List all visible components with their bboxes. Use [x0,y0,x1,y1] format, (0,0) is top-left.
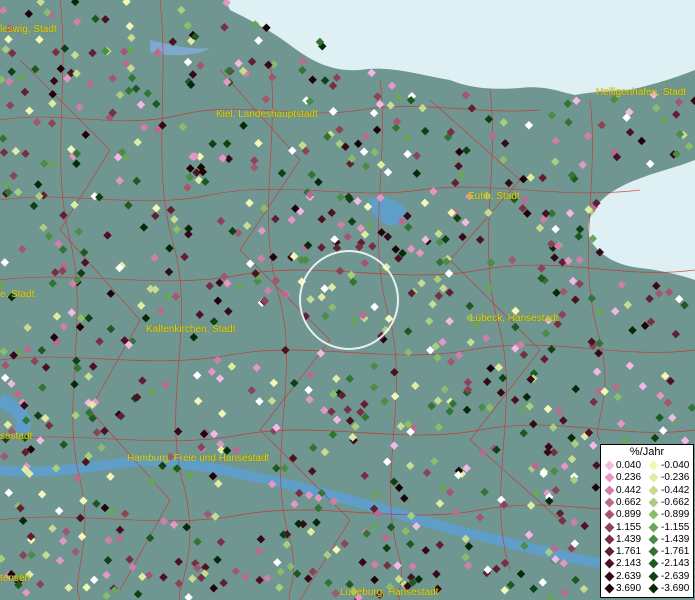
legend-swatch-negative [648,558,659,569]
legend-value-positive: 0.236 [616,472,642,484]
place-label-kiel: Kiel, Landeshauptstadt [216,109,318,120]
legend-value-negative: -0.662 [661,496,690,508]
legend-value-negative: -0.236 [661,472,690,484]
legend-row: 0.662 -0.662 [604,497,694,509]
legend-row: 1.761 -1.761 [604,546,694,558]
legend-row: 2.639 -2.639 [604,571,694,583]
legend-row: 1.155 -1.155 [604,522,694,534]
legend-value-negative: -0.899 [661,509,690,521]
legend-swatch-negative [648,485,659,496]
legend-swatch-positive [604,534,615,545]
place-label-luebeck: Lübeck, Hansestadt [470,313,559,324]
place-label-heiligenhafen: Heiligenhafen, Stadt [596,87,687,98]
legend-value-positive: 1.439 [616,533,642,545]
legend-row: 3.690 -3.690 [604,583,694,595]
legend-swatch-positive [604,522,615,532]
place-label-left-tensen: tensen [0,573,31,584]
legend-swatch-negative [648,546,659,557]
legend-value-positive: 0.662 [616,496,642,508]
legend-swatch-positive [604,509,615,520]
legend-swatch-negative [648,497,659,508]
legend-swatch-positive [604,460,615,471]
legend-swatch-negative [648,509,659,520]
legend-value-positive: 3.690 [616,583,642,594]
legend-swatch-negative [648,472,659,483]
legend-value-negative: -2.143 [661,558,690,570]
place-label-schleswig: leswig, Stadt [0,24,57,35]
legend-value-positive: 1.155 [616,521,642,533]
legend-swatch-positive [604,558,615,569]
legend-row: 0.040 -0.040 [604,460,694,472]
legend-value-negative: -1.761 [661,546,690,558]
legend-value-negative: -3.690 [661,583,690,594]
legend-value-positive: 2.143 [616,558,642,570]
legend-swatch-negative [648,460,659,471]
place-label-left-stadt: e, Stadt [0,289,35,300]
legend-value-positive: 0.899 [616,509,642,521]
legend-swatch-positive [604,571,615,582]
legend-swatch-negative [648,571,659,582]
selection-circle[interactable] [299,250,399,350]
legend-value-positive: 2.639 [616,570,642,582]
legend-panel: %/Jahr 0.040 -0.040 0.236 -0.236 0.442 -0.442… [600,444,694,598]
legend-value-negative: -2.639 [661,570,690,582]
legend-swatch-positive [604,583,615,594]
legend-value-positive: 0.040 [616,460,642,471]
legend-swatch-positive [604,546,615,557]
legend-value-positive: 0.442 [616,484,642,496]
place-label-hamburg: Hamburg, Freie und Hansestadt [127,453,270,464]
legend-row: 0.442 -0.442 [604,485,694,497]
legend-swatch-positive [604,485,615,496]
legend-row: 0.899 -0.899 [604,509,694,521]
place-label-left-hansestadt: sestadt [0,431,33,442]
legend-swatch-positive [604,497,615,508]
place-label-kaltenkirchen: Kaltenkirchen, Stadt [146,324,236,335]
legend-swatch-negative [648,534,659,545]
place-label-eutin: Eutin, Stadt [468,191,520,202]
legend-swatch-negative [648,522,659,532]
legend-value-negative: -0.442 [661,484,690,496]
legend-value-negative: -1.439 [661,533,690,545]
place-label-lueneburg: Lüneburg, Hansestadt [340,587,439,598]
legend-row: 1.439 -1.439 [604,534,694,546]
legend-value-negative: -0.040 [661,460,690,471]
legend-value-positive: 1.761 [616,546,642,558]
legend-swatch-negative [648,583,659,594]
legend-row: 0.236 -0.236 [604,472,694,484]
legend-title: %/Jahr [629,446,665,458]
legend-value-negative: -1.155 [661,521,690,533]
legend-row: 2.143 -2.143 [604,558,694,570]
legend-swatch-positive [604,472,615,483]
